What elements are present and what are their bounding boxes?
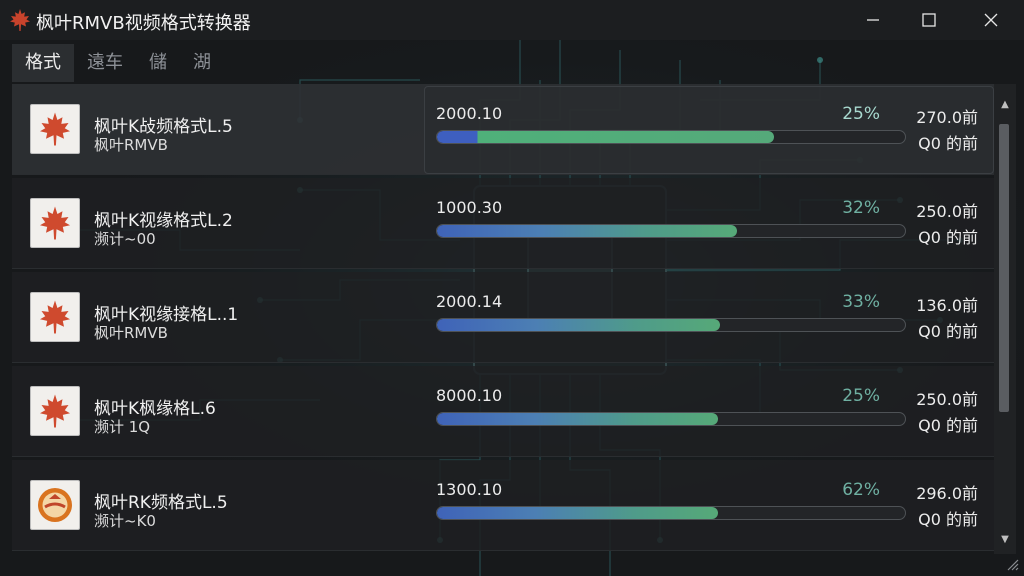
list-item[interactable]: 枫叶RK频格式L.5 濒计~K0 1300.10 62% 296.0前 Q0 的… xyxy=(12,460,994,551)
file-size: 1000.30 xyxy=(436,198,503,217)
time-remaining: 136.0前 xyxy=(916,296,978,315)
app-window: 枫叶RMVB视频格式转换器 格式 遠车 儲 湖 枫叶K敁频格式L.5 枫叶RMV… xyxy=(0,0,1024,576)
progress-fill xyxy=(437,225,737,237)
scroll-up-icon[interactable]: ▲ xyxy=(994,84,1016,124)
resize-grip-icon[interactable] xyxy=(1004,556,1020,572)
file-size: 8000.10 xyxy=(436,386,503,405)
file-thumbnail xyxy=(30,292,80,342)
file-format: 濒计 1Q xyxy=(94,418,151,436)
progress-fill xyxy=(437,413,718,425)
list-item[interactable]: 枫叶K敁频格式L.5 枫叶RMVB 2000.10 25% 270.0前 Q0 … xyxy=(12,84,994,175)
scroll-thumb[interactable] xyxy=(999,124,1009,412)
file-thumbnail xyxy=(30,104,80,154)
progress-percent: 25% xyxy=(842,104,880,124)
file-thumbnail xyxy=(30,386,80,436)
conversion-list: 枫叶K敁频格式L.5 枫叶RMVB 2000.10 25% 270.0前 Q0 … xyxy=(12,84,994,554)
minimize-button[interactable] xyxy=(850,0,896,40)
progress-bar xyxy=(436,130,906,144)
time-remaining: 250.0前 xyxy=(916,390,978,409)
progress-bar xyxy=(436,224,906,238)
file-format: 枫叶RMVB xyxy=(94,324,168,342)
list-item[interactable]: 枫叶K视缘接格L..1 枫叶RMVB 2000.14 33% 136.0前 Q0… xyxy=(12,272,994,363)
maximize-button[interactable] xyxy=(906,0,952,40)
progress-percent: 62% xyxy=(842,480,880,500)
list-item[interactable]: 枫叶K枫缘格L.6 濒计 1Q 8000.10 25% 250.0前 Q0 的前 xyxy=(12,366,994,457)
time-elapsed: Q0 的前 xyxy=(918,416,978,435)
file-size: 2000.10 xyxy=(436,104,503,123)
progress-bar xyxy=(436,318,906,332)
minimize-icon xyxy=(867,19,879,21)
time-remaining: 270.0前 xyxy=(916,108,978,127)
vertical-scrollbar[interactable]: ▲ ▼ xyxy=(994,84,1016,554)
file-thumbnail xyxy=(30,198,80,248)
file-format: 枫叶RMVB xyxy=(94,136,168,154)
progress-fill xyxy=(437,319,721,331)
file-format: 濒计~K0 xyxy=(94,512,156,530)
maple-leaf-icon xyxy=(40,206,70,240)
tab-3[interactable]: 儲 xyxy=(136,44,180,82)
tab-4[interactable]: 湖 xyxy=(180,44,224,82)
close-icon xyxy=(984,13,998,27)
time-elapsed: Q0 的前 xyxy=(918,322,978,341)
progress-percent: 25% xyxy=(842,386,880,406)
file-size: 1300.10 xyxy=(436,480,503,499)
close-button[interactable] xyxy=(968,0,1014,40)
time-remaining: 250.0前 xyxy=(916,202,978,221)
time-elapsed: Q0 的前 xyxy=(918,134,978,153)
scroll-down-icon[interactable]: ▼ xyxy=(994,529,1016,549)
tab-format[interactable]: 格式 xyxy=(12,44,74,82)
title-bar: 枫叶RMVB视频格式转换器 xyxy=(0,0,1024,40)
file-thumbnail xyxy=(30,480,80,530)
progress-percent: 32% xyxy=(842,198,880,218)
time-elapsed: Q0 的前 xyxy=(918,510,978,529)
badge-logo-icon xyxy=(38,488,72,522)
maple-leaf-icon xyxy=(40,394,70,428)
window-title: 枫叶RMVB视频格式转换器 xyxy=(36,13,251,34)
maple-leaf-icon xyxy=(10,9,30,31)
maximize-icon xyxy=(922,13,936,27)
progress-fill xyxy=(437,507,718,519)
progress-fill xyxy=(437,131,774,143)
time-remaining: 296.0前 xyxy=(916,484,978,503)
maple-leaf-icon xyxy=(40,300,70,334)
file-size: 2000.14 xyxy=(436,292,503,311)
progress-bar xyxy=(436,412,906,426)
progress-bar xyxy=(436,506,906,520)
time-elapsed: Q0 的前 xyxy=(918,228,978,247)
progress-percent: 33% xyxy=(842,292,880,312)
file-format: 濒计~00 xyxy=(94,230,156,248)
maple-leaf-icon xyxy=(40,112,70,146)
list-item[interactable]: 枫叶K视缘格式L.2 濒计~00 1000.30 32% 250.0前 Q0 的… xyxy=(12,178,994,269)
tab-2[interactable]: 遠车 xyxy=(74,44,136,82)
tab-bar: 格式 遠车 儲 湖 xyxy=(12,44,224,82)
